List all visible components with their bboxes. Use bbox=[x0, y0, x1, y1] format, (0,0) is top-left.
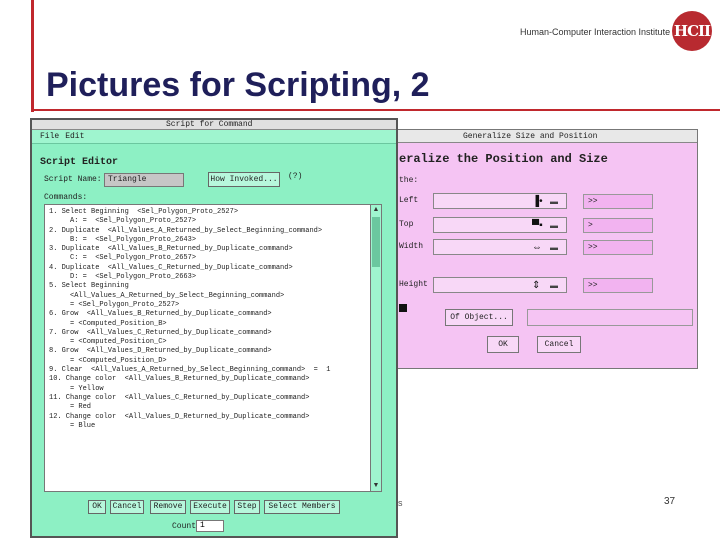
cancel-button[interactable]: Cancel bbox=[110, 500, 144, 514]
select-members-button[interactable]: Select Members bbox=[264, 500, 340, 514]
left-align-icon: ▐• bbox=[532, 196, 543, 207]
width-label: Width bbox=[399, 242, 424, 251]
command-line[interactable]: = Red bbox=[49, 403, 365, 412]
count-label: Count bbox=[172, 522, 197, 531]
top-dropdown[interactable]: ▀▪ ▬ bbox=[433, 217, 567, 233]
command-line[interactable]: = <Computed_Position_C> bbox=[49, 338, 365, 347]
command-line[interactable]: 1. Select Beginning <Sel_Polygon_Proto_2… bbox=[49, 208, 365, 217]
left-dropdown[interactable]: ▐• ▬ bbox=[433, 193, 567, 209]
generalize-window: Generalize Size and Position eralize the… bbox=[388, 129, 698, 369]
command-line[interactable]: = <Computed_Position_B> bbox=[49, 320, 365, 329]
footer-fragment: s bbox=[398, 498, 403, 508]
slide-title: Pictures for Scripting, 2 bbox=[46, 66, 430, 104]
script-editor-heading: Script Editor bbox=[40, 157, 119, 168]
top-value-field[interactable]: > bbox=[583, 218, 653, 233]
scroll-thumb[interactable] bbox=[372, 217, 380, 267]
width-value-field[interactable]: >> bbox=[583, 240, 653, 255]
remove-button[interactable]: Remove bbox=[150, 500, 186, 514]
command-line[interactable]: 2. Duplicate <All_Values_A_Returned_by_S… bbox=[49, 227, 365, 236]
dropdown-arrow-icon: ▬ bbox=[550, 281, 558, 290]
commands-list[interactable]: 1. Select Beginning <Sel_Polygon_Proto_2… bbox=[44, 204, 382, 492]
command-line[interactable]: 12. Change color <All_Values_D_Returned_… bbox=[49, 413, 365, 422]
command-line[interactable]: 8. Grow <All_Values_D_Returned_by_Duplic… bbox=[49, 347, 365, 356]
command-line[interactable]: 3. Duplicate <All_Values_B_Returned_by_D… bbox=[49, 245, 365, 254]
commands-text: 1. Select Beginning <Sel_Polygon_Proto_2… bbox=[49, 208, 365, 431]
commands-label: Commands: bbox=[44, 193, 88, 202]
command-line[interactable]: = <Sel_Polygon_Proto_2527> bbox=[49, 301, 365, 310]
command-line[interactable]: 7. Grow <All_Values_C_Returned_by_Duplic… bbox=[49, 329, 365, 338]
menu-edit[interactable]: Edit bbox=[65, 132, 84, 141]
command-line[interactable]: 11. Change color <All_Values_C_Returned_… bbox=[49, 394, 365, 403]
height-icon: ⇕ bbox=[532, 280, 541, 291]
script-editor-titlebar: Script for Command bbox=[32, 120, 396, 130]
height-value-field[interactable]: >> bbox=[583, 278, 653, 293]
command-line[interactable]: 4. Duplicate <All_Values_C_Returned_by_D… bbox=[49, 264, 365, 273]
step-button[interactable]: Step bbox=[234, 500, 260, 514]
top-label: Top bbox=[399, 220, 414, 229]
command-line[interactable]: 6. Grow <All_Values_B_Returned_by_Duplic… bbox=[49, 310, 365, 319]
command-line[interactable]: D: = <Sel_Polygon_Proto_2663> bbox=[49, 273, 365, 282]
help-hint[interactable]: (?) bbox=[288, 172, 302, 181]
execute-button[interactable]: Execute bbox=[190, 500, 230, 514]
script-editor-window: Script for Command File Edit Script Edito… bbox=[30, 118, 398, 538]
command-line[interactable]: <All_Values_A_Returned_by_Select_Beginni… bbox=[49, 292, 365, 301]
generalize-heading: eralize the Position and Size bbox=[399, 152, 608, 166]
width-dropdown[interactable]: ⇔ ▬ bbox=[433, 239, 567, 255]
dropdown-arrow-icon: ▬ bbox=[550, 221, 558, 230]
top-align-icon: ▀▪ bbox=[532, 220, 543, 231]
script-name-field[interactable]: Triangle bbox=[104, 173, 184, 187]
command-line[interactable]: = Yellow bbox=[49, 385, 365, 394]
command-line[interactable]: 9. Clear <All_Values_A_Returned_by_Selec… bbox=[49, 366, 365, 375]
command-line[interactable]: A: = <Sel_Polygon_Proto_2527> bbox=[49, 217, 365, 226]
commands-scrollbar[interactable]: ▲ ▼ bbox=[370, 205, 381, 491]
left-label: Left bbox=[399, 196, 419, 205]
object-name-field[interactable] bbox=[527, 309, 693, 326]
of-object-button[interactable]: Of Object... bbox=[445, 309, 513, 326]
black-marker bbox=[399, 304, 407, 312]
menu-file[interactable]: File bbox=[40, 132, 59, 141]
command-line[interactable]: B: = <Sel_Polygon_Proto_2643> bbox=[49, 236, 365, 245]
title-rule bbox=[31, 109, 720, 111]
command-line[interactable]: C: = <Sel_Polygon_Proto_2657> bbox=[49, 254, 365, 263]
scroll-up-icon[interactable]: ▲ bbox=[371, 205, 381, 215]
width-icon: ⇔ bbox=[532, 242, 542, 253]
command-line[interactable]: 10. Change color <All_Values_B_Returned_… bbox=[49, 375, 365, 384]
logo-text: HCII bbox=[673, 22, 711, 40]
generalize-titlebar: Generalize Size and Position bbox=[389, 130, 697, 143]
ok-button[interactable]: OK bbox=[88, 500, 106, 514]
generalize-cancel-button[interactable]: Cancel bbox=[537, 336, 581, 353]
dropdown-arrow-icon: ▬ bbox=[550, 197, 558, 206]
menu-bar: File Edit bbox=[32, 130, 396, 144]
command-line[interactable]: = <Computed_Position_D> bbox=[49, 357, 365, 366]
count-field[interactable]: 1 bbox=[196, 520, 224, 532]
generalize-ok-button[interactable]: OK bbox=[487, 336, 519, 353]
generalize-subheading: the: bbox=[399, 176, 419, 185]
accent-left-bar bbox=[31, 0, 34, 112]
page-number: 37 bbox=[664, 496, 676, 507]
hcii-logo-icon: HCII bbox=[672, 11, 712, 51]
scroll-down-icon[interactable]: ▼ bbox=[371, 481, 381, 491]
dropdown-arrow-icon: ▬ bbox=[550, 243, 558, 252]
height-dropdown[interactable]: ⇕ ▬ bbox=[433, 277, 567, 293]
script-name-label: Script Name: bbox=[44, 175, 102, 184]
left-value-field[interactable]: >> bbox=[583, 194, 653, 209]
command-line[interactable]: 5. Select Beginning bbox=[49, 282, 365, 291]
command-line[interactable]: = Blue bbox=[49, 422, 365, 431]
height-label: Height bbox=[399, 280, 428, 289]
how-invoked-button[interactable]: How Invoked... bbox=[208, 172, 280, 187]
org-name: Human-Computer Interaction Institute bbox=[520, 27, 671, 37]
